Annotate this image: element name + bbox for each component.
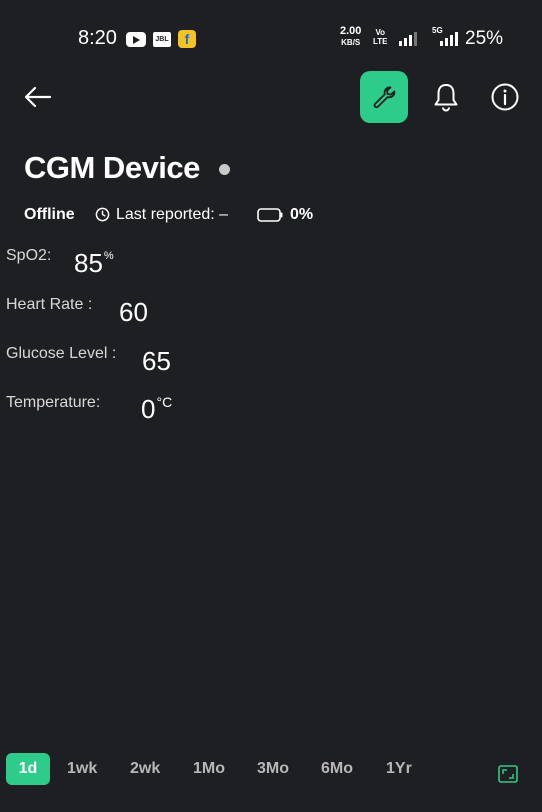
range-tab-2wk[interactable]: 2wk bbox=[130, 753, 160, 785]
reading-value: 65 bbox=[142, 346, 171, 377]
reading-unit: °C bbox=[156, 394, 173, 410]
signal-icon bbox=[399, 32, 417, 46]
page-title: CGM Device bbox=[24, 150, 200, 185]
range-tab-1d[interactable]: 1d bbox=[6, 753, 50, 785]
reading-number: 60 bbox=[119, 297, 148, 327]
range-tab-3mo[interactable]: 3Mo bbox=[257, 753, 289, 785]
status-time: 8:20 bbox=[78, 27, 117, 49]
device-status: Offline bbox=[24, 206, 75, 223]
reading-label: Temperature: bbox=[6, 394, 101, 411]
range-tab-1yr[interactable]: 1Yr bbox=[386, 753, 412, 785]
reading-value: 0°C bbox=[141, 394, 172, 425]
network-speed-value: 2.00 bbox=[340, 25, 362, 37]
device-screen: 8:20 JBL f 2.00 KB/S Vo LTE 5G 25% CGM D… bbox=[0, 0, 542, 812]
status-bar: 8:20 JBL f 2.00 KB/S Vo LTE 5G 25% bbox=[0, 0, 542, 80]
signal-5g-icon bbox=[440, 32, 458, 46]
reading-number: 85 bbox=[74, 248, 103, 278]
device-battery-level: 0% bbox=[290, 206, 314, 223]
wrench-icon bbox=[373, 86, 396, 109]
network-speed-unit: KB/S bbox=[341, 38, 361, 47]
expand-button[interactable] bbox=[497, 764, 519, 784]
jbl-icon: JBL bbox=[153, 32, 171, 47]
arrow-left-icon bbox=[24, 86, 52, 108]
volte-line2: LTE bbox=[373, 37, 388, 46]
settings-button[interactable] bbox=[360, 71, 408, 123]
info-icon bbox=[491, 83, 519, 111]
time-range-selector: 1d 1wk 2wk 1Mo 3Mo 6Mo 1Yr bbox=[0, 753, 542, 789]
reading-number: 65 bbox=[142, 346, 171, 376]
connection-status-dot bbox=[219, 164, 230, 175]
volte-line1: Vo bbox=[375, 28, 386, 37]
reading-label: Heart Rate : bbox=[6, 296, 93, 313]
volte-indicator: Vo LTE bbox=[373, 28, 388, 46]
reading-unit: % bbox=[103, 250, 114, 262]
battery-icon bbox=[257, 208, 283, 222]
status-battery: 25% bbox=[465, 28, 504, 49]
range-tab-6mo[interactable]: 6Mo bbox=[321, 753, 353, 785]
youtube-icon bbox=[126, 32, 146, 47]
info-button[interactable] bbox=[488, 80, 522, 114]
reading-value: 60 bbox=[119, 297, 148, 328]
flipkart-icon: f bbox=[178, 30, 196, 48]
device-meta-row: Offline Last reported: – 0% bbox=[24, 204, 524, 226]
notifications-button[interactable] bbox=[428, 79, 464, 115]
reading-label: Glucose Level : bbox=[6, 345, 117, 362]
reading-value: 85% bbox=[74, 248, 114, 279]
clock-icon bbox=[95, 207, 110, 222]
reading-number: 0 bbox=[141, 394, 156, 424]
network-speed: 2.00 KB/S bbox=[340, 26, 361, 48]
bell-icon bbox=[434, 84, 458, 112]
reading-label: SpO2: bbox=[6, 247, 52, 264]
back-button[interactable] bbox=[20, 80, 56, 116]
range-tab-1wk[interactable]: 1wk bbox=[67, 753, 97, 785]
fullscreen-icon bbox=[498, 765, 518, 783]
last-reported: Last reported: – bbox=[116, 206, 229, 223]
range-tab-1mo[interactable]: 1Mo bbox=[193, 753, 225, 785]
